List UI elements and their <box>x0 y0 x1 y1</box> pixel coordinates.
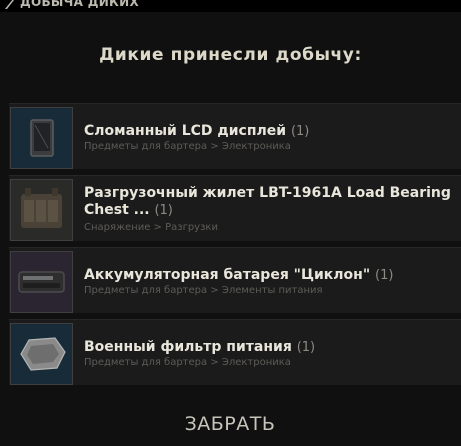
loot-item-row[interactable]: Разгрузочный жилет LBT-1961A Load Bearin… <box>9 175 461 241</box>
knife-icon <box>5 0 14 9</box>
item-quantity: (1) <box>375 268 394 283</box>
item-name-text: Военный фильтр питания <box>84 339 292 355</box>
item-quantity: (1) <box>154 203 173 218</box>
battery-icon <box>10 251 73 313</box>
loot-item-category: Предметы для бартера > Электроника <box>84 141 291 152</box>
item-name-text: Разгрузочный жилет LBT-1961A Load Bearin… <box>84 185 451 201</box>
loot-item-name: Военный фильтр питания (1) <box>84 339 454 356</box>
tactical-vest-icon <box>10 179 73 241</box>
item-quantity: (1) <box>296 340 316 355</box>
window-title: ДОБЫЧА ДИКИХ <box>20 0 140 9</box>
loot-item-row[interactable]: Военный фильтр питания (1) Предметы для … <box>9 319 461 385</box>
loot-item-name: Разгрузочный жилет LBT-1961A Load Bearin… <box>84 185 454 219</box>
loot-item-name: Аккумуляторная батарея "Циклон" (1) <box>84 267 454 284</box>
loot-item-row[interactable]: Аккумуляторная батарея "Циклон" (1) Пред… <box>9 247 461 313</box>
window-title-bar: ДОБЫЧА ДИКИХ <box>0 0 461 12</box>
loot-item-row[interactable]: Сломанный LCD дисплей (1) Предметы для б… <box>9 103 461 169</box>
lcd-screen-icon <box>10 107 73 169</box>
item-quantity: (1) <box>290 124 310 139</box>
loot-item-category: Предметы для бартера > Электроника <box>84 357 291 368</box>
take-button[interactable]: ЗАБРАТЬ <box>150 413 310 443</box>
item-name-text: Сломанный LCD дисплей <box>84 123 287 139</box>
power-filter-icon <box>10 323 73 385</box>
loot-item-category: Предметы для бартера > Элементы питания <box>84 285 323 296</box>
item-name-text-line2: Chest ... <box>84 202 150 218</box>
loot-item-name: Сломанный LCD дисплей (1) <box>84 123 454 140</box>
item-name-text: Аккумуляторная батарея "Циклон" <box>84 267 371 283</box>
loot-heading: Дикие принесли добычу: <box>99 45 362 65</box>
loot-item-category: Снаряжение > Разгрузки <box>84 222 218 233</box>
